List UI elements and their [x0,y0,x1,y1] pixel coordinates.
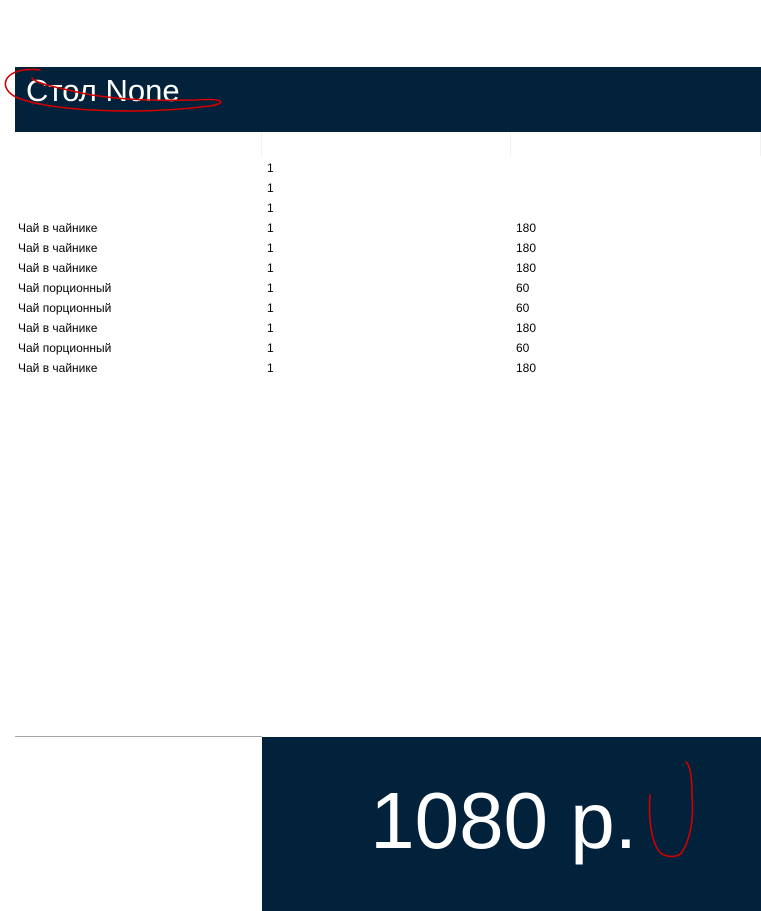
order-items-list: 1 1 1 Чай в чайнике 1 180 Чай в чайнике 1 180 Чай… [15,158,761,378]
order-row: Чай в чайнике 1 180 [15,258,761,278]
order-row: 1 [15,178,761,198]
item-price: 60 [516,281,530,295]
order-row: 1 [15,158,761,178]
item-quantity: 1 [267,281,274,295]
item-name: Чай в чайнике [18,241,98,255]
item-name: Чай порционный [18,281,112,295]
item-price: 180 [516,241,537,255]
item-price: 60 [516,301,530,315]
item-quantity: 1 [267,361,274,375]
order-row: Чай в чайнике 1 180 [15,358,761,378]
table-title: Стол None [26,73,180,108]
item-quantity: 1 [267,241,274,255]
item-name: Чай порционный [18,341,112,355]
item-quantity: 1 [267,161,274,175]
column-header-quantity [262,132,511,156]
item-name: Чай в чайнике [18,361,98,375]
column-header-name [15,132,262,156]
item-quantity: 1 [267,201,274,215]
order-row: Чай порционный 1 60 [15,338,761,358]
item-name: Чай порционный [18,301,112,315]
order-row: 1 [15,198,761,218]
total-panel: 1080 р. [262,737,761,911]
item-price: 180 [516,261,537,275]
column-header-price [511,132,761,156]
item-price: 60 [516,341,530,355]
item-price: 180 [516,361,537,375]
item-quantity: 1 [267,341,274,355]
footer-divider [15,736,262,737]
order-row: Чай в чайнике 1 180 [15,238,761,258]
order-row: Чай в чайнике 1 180 [15,318,761,338]
item-price: 180 [516,221,537,235]
order-row: Чай порционный 1 60 [15,298,761,318]
order-row: Чай порционный 1 60 [15,278,761,298]
item-price: 180 [516,321,537,335]
item-name: Чай в чайнике [18,261,98,275]
item-name: Чай в чайнике [18,221,98,235]
item-quantity: 1 [267,221,274,235]
item-quantity: 1 [267,321,274,335]
item-quantity: 1 [267,181,274,195]
table-header-bar: Стол None [15,67,761,132]
item-quantity: 1 [267,301,274,315]
item-name: Чай в чайнике [18,321,98,335]
item-quantity: 1 [267,261,274,275]
total-amount: 1080 р. [370,776,637,865]
order-row: Чай в чайнике 1 180 [15,218,761,238]
